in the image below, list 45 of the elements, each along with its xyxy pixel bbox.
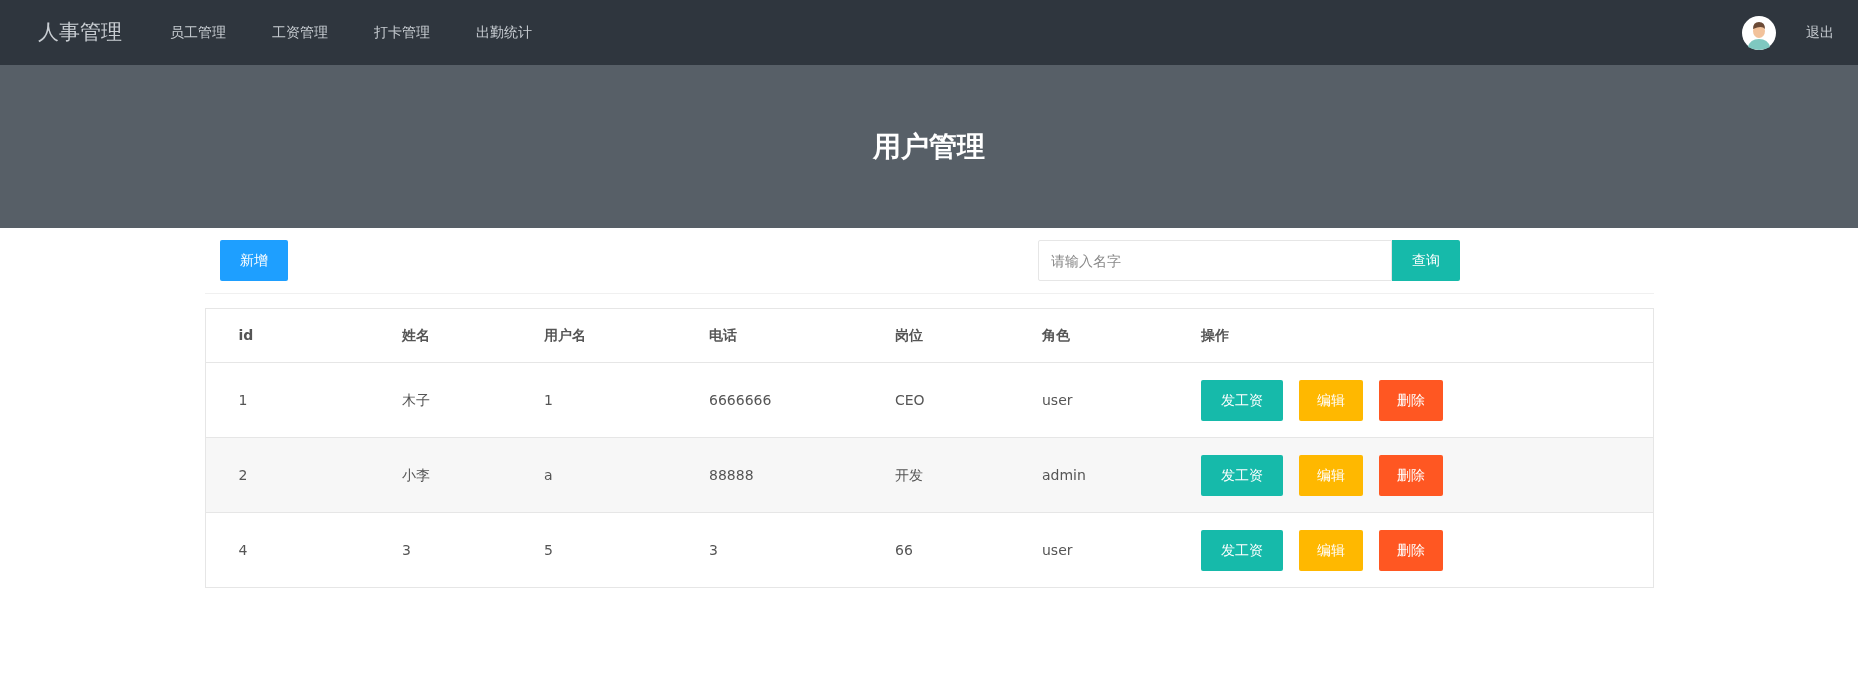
nav-link[interactable]: 工资管理	[272, 22, 328, 43]
table-cell: 1	[511, 362, 676, 438]
table-cell: 3	[676, 512, 862, 588]
delete-button[interactable]: 删除	[1379, 379, 1443, 421]
delete-button[interactable]: 删除	[1379, 454, 1443, 496]
column-header: 岗位	[862, 308, 1009, 363]
table-cell: 木子	[369, 362, 511, 438]
column-header: 姓名	[369, 308, 511, 363]
column-header: id	[205, 308, 369, 363]
page-title: 用户管理	[873, 129, 985, 164]
logout-link[interactable]: 退出	[1806, 22, 1834, 43]
edit-button[interactable]: 编辑	[1299, 529, 1363, 571]
table-cell: 小李	[369, 437, 511, 513]
table-cell: 5	[511, 512, 676, 588]
pay-salary-button[interactable]: 发工资	[1201, 529, 1283, 571]
avatar-icon[interactable]	[1742, 15, 1776, 50]
table-cell: a	[511, 437, 676, 513]
add-button[interactable]: 新增	[219, 240, 288, 281]
search-field[interactable]: 请输入名字	[1037, 240, 1392, 281]
table-cell: CEO	[862, 362, 1009, 438]
table-cell: admin	[1009, 437, 1168, 513]
edit-button[interactable]: 编辑	[1299, 379, 1363, 421]
table-cell: user	[1009, 362, 1168, 438]
edit-button[interactable]: 编辑	[1299, 454, 1363, 496]
brand-title: 人事管理	[38, 18, 122, 46]
table-cell: 3	[369, 512, 511, 588]
delete-button[interactable]: 删除	[1379, 529, 1443, 571]
table-cell: 6666666	[676, 362, 862, 438]
column-header: 电话	[676, 308, 862, 363]
column-header: 用户名	[511, 308, 676, 363]
nav-link[interactable]: 打卡管理	[374, 22, 430, 43]
column-header: 角色	[1009, 308, 1168, 363]
search-button[interactable]: 查询	[1391, 240, 1460, 281]
table-cell: 66	[862, 512, 1009, 588]
table-cell: 2	[205, 437, 369, 513]
pay-salary-button[interactable]: 发工资	[1201, 454, 1283, 496]
nav-link[interactable]: 出勤统计	[476, 22, 532, 43]
table-cell: 1	[205, 362, 369, 438]
table-cell: 4	[205, 512, 369, 588]
column-header: 操作	[1168, 308, 1653, 363]
table-cell: 88888	[676, 437, 862, 513]
table-cell: 开发	[862, 437, 1009, 513]
table-cell: user	[1009, 512, 1168, 588]
pay-salary-button[interactable]: 发工资	[1201, 379, 1283, 421]
nav-link[interactable]: 员工管理	[170, 22, 226, 43]
